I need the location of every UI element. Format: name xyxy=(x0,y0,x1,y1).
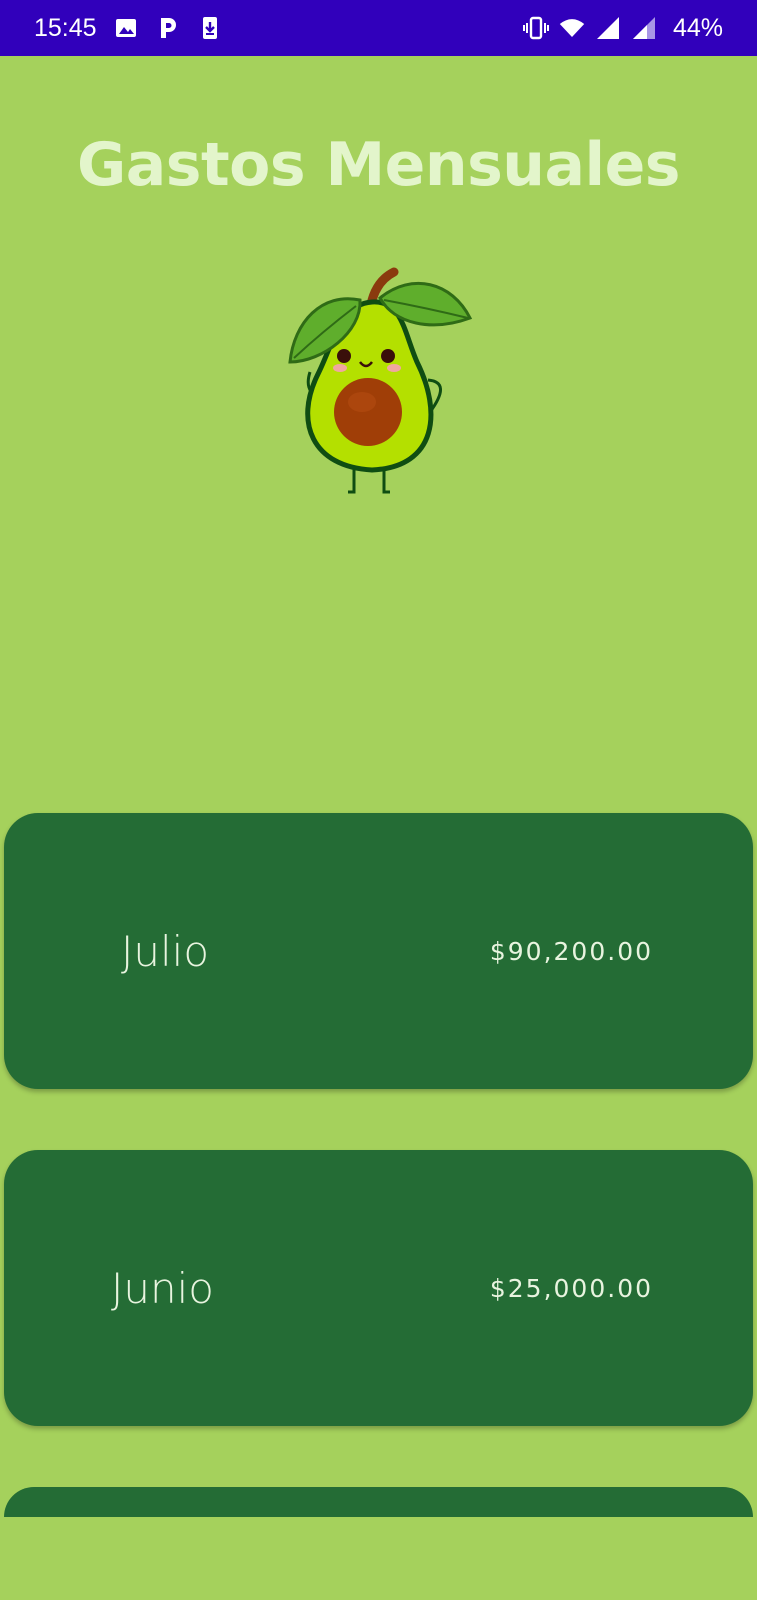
status-bar: 15:45 44% xyxy=(0,0,757,56)
status-left: 15:45 xyxy=(34,14,223,43)
vibrate-icon xyxy=(522,15,549,41)
page-title: Gastos Mensuales xyxy=(77,130,680,200)
expense-card-junio[interactable]: Junio $25,000.00 xyxy=(4,1150,753,1426)
download-icon xyxy=(197,15,223,41)
expense-card-julio[interactable]: Julio $90,200.00 xyxy=(4,813,753,1089)
signal-icon xyxy=(595,15,621,41)
status-right: 44% xyxy=(522,13,723,43)
expense-month: Junio xyxy=(111,1263,214,1313)
avocado-mascot-icon xyxy=(282,262,482,512)
signal-icon xyxy=(631,15,657,41)
expense-card-partial[interactable] xyxy=(4,1487,753,1517)
parking-icon xyxy=(155,15,181,41)
bottom-area xyxy=(0,1517,757,1600)
expense-amount: $90,200.00 xyxy=(489,936,653,966)
battery-level: 44% xyxy=(672,13,723,42)
image-icon xyxy=(113,15,139,41)
expense-amount: $25,000.00 xyxy=(489,1273,653,1303)
wifi-icon xyxy=(559,15,585,41)
status-time: 15:45 xyxy=(34,13,97,42)
expense-month: Julio xyxy=(121,926,210,976)
